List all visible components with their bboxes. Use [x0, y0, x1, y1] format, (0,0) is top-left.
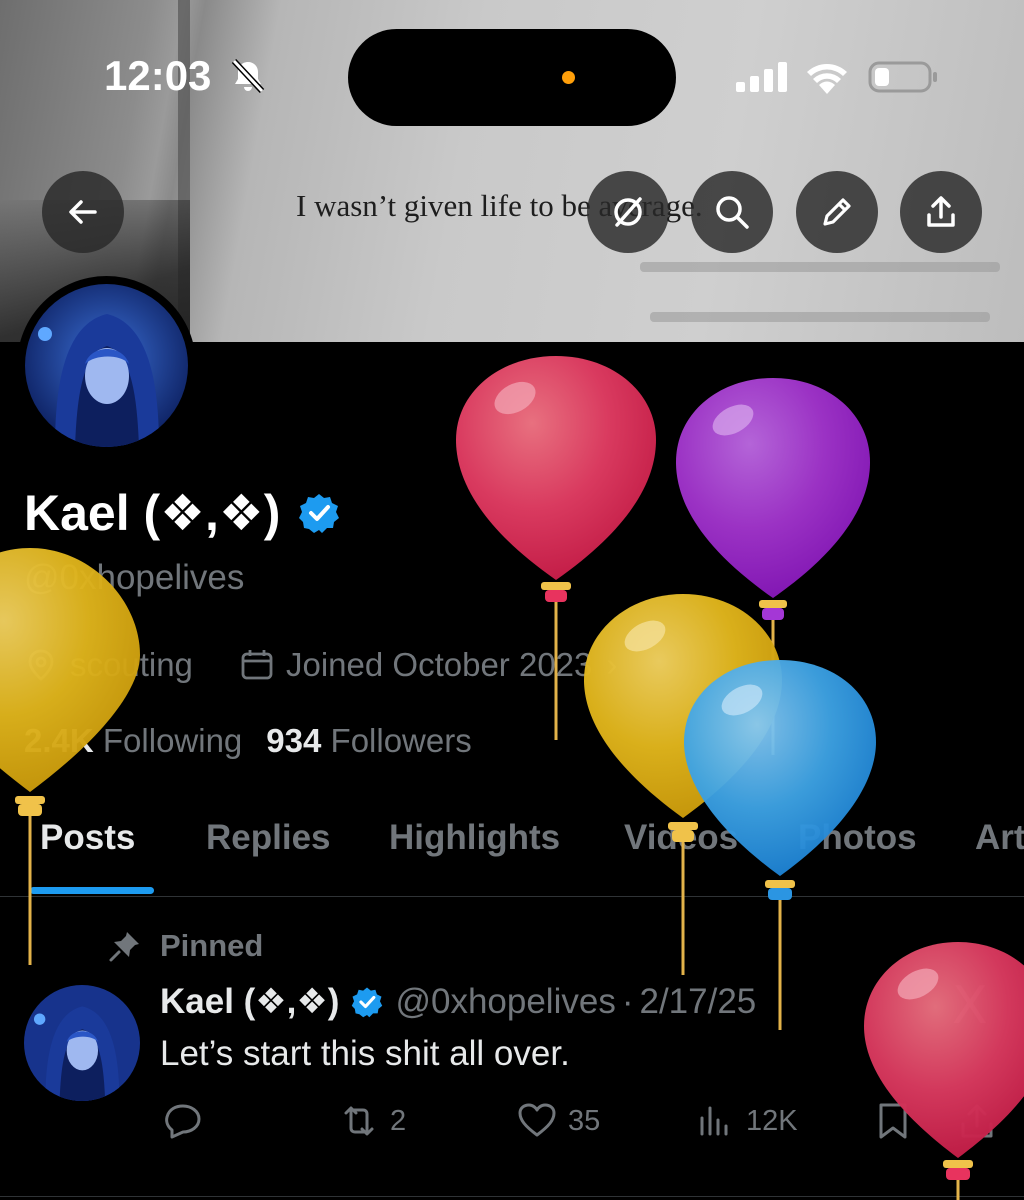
- views-count: 12K: [746, 1104, 798, 1137]
- grok-icon: [614, 197, 642, 227]
- x-logo-icon: X: [952, 976, 988, 1036]
- share-icon: [927, 196, 955, 227]
- following-label: Following: [102, 722, 243, 759]
- banner-faded-line: [650, 312, 990, 322]
- retweet-button[interactable]: 2: [338, 1100, 406, 1142]
- tab-replies[interactable]: Replies: [206, 818, 331, 858]
- verified-badge-icon: [352, 987, 383, 1018]
- post-header: Kael (❖,❖) @0xhopelives · 2/17/25: [160, 982, 756, 1022]
- signal-icon: [736, 62, 787, 92]
- post-avatar[interactable]: [24, 985, 140, 1101]
- heart-icon: [518, 1103, 556, 1137]
- post-share-button[interactable]: [956, 1100, 1008, 1142]
- reply-button[interactable]: [162, 1100, 214, 1142]
- tabs-divider: [0, 896, 1024, 897]
- search-icon: [716, 196, 749, 229]
- edit-button[interactable]: [796, 171, 878, 253]
- retweet-icon: [344, 1106, 374, 1136]
- dynamic-island: [348, 29, 676, 126]
- post-separator: ·: [621, 982, 634, 1021]
- verified-badge-icon[interactable]: [298, 492, 340, 534]
- views-chart-icon: [700, 1106, 728, 1136]
- profile-joined[interactable]: Joined October 2023 ›: [240, 646, 617, 684]
- tab-highlights[interactable]: Highlights: [389, 818, 560, 858]
- profile-handle: @0xhopelives: [24, 558, 245, 597]
- back-icon: [69, 200, 97, 224]
- post-divider: [0, 1196, 1024, 1197]
- share-button[interactable]: [900, 171, 982, 253]
- red-balloon-bottom: [864, 942, 1024, 1200]
- pinned-text: Pinned: [160, 928, 264, 963]
- post-author-name[interactable]: Kael (❖,❖): [160, 982, 339, 1022]
- tab-posts[interactable]: Posts: [40, 818, 135, 858]
- tab-photos[interactable]: Photos: [798, 818, 917, 858]
- status-time: 12:03: [104, 52, 212, 99]
- location-pin-icon: [28, 649, 54, 681]
- back-button[interactable]: [42, 171, 124, 253]
- retweet-count: 2: [390, 1104, 407, 1137]
- share-icon: [961, 1104, 993, 1138]
- joined-text: Joined October 2023: [286, 646, 593, 683]
- profile-tabs: Posts Replies Highlights Videos Photos A…: [0, 818, 1024, 898]
- active-tab-indicator: [30, 887, 154, 894]
- grok-button[interactable]: [587, 171, 669, 253]
- bell-slash-icon: [231, 58, 265, 94]
- bookmark-icon: [879, 1103, 907, 1139]
- pin-icon: [109, 932, 139, 962]
- edit-icon: [823, 198, 851, 226]
- location-text: scouting: [70, 646, 193, 683]
- wifi-icon: [807, 64, 847, 94]
- avatar[interactable]: [25, 284, 188, 447]
- followers-count: 934: [266, 722, 322, 759]
- followers-link[interactable]: 934 Followers: [266, 722, 471, 759]
- post-avatar-image: [24, 985, 140, 1101]
- banner-faded-line: [640, 262, 1000, 272]
- following-link[interactable]: 2.4K Following: [24, 722, 242, 759]
- calendar-icon: [241, 650, 273, 680]
- reply-icon: [165, 1104, 201, 1139]
- privacy-indicator: [562, 71, 575, 84]
- like-count: 35: [568, 1104, 601, 1137]
- post-date[interactable]: 2/17/25: [639, 982, 756, 1022]
- followers-label: Followers: [330, 722, 472, 759]
- purple-balloon: [676, 378, 870, 755]
- tab-videos[interactable]: Videos: [624, 818, 738, 858]
- post-author-handle[interactable]: @0xhopelives: [395, 982, 615, 1022]
- profile-location: scouting: [24, 646, 193, 684]
- chevron-right-icon: ›: [606, 646, 618, 683]
- pinned-label: Pinned: [108, 928, 263, 964]
- post-actions: 2 35 12K: [0, 1100, 1024, 1150]
- like-button[interactable]: 35: [516, 1100, 600, 1142]
- tab-art[interactable]: Art: [975, 818, 1024, 858]
- views-button[interactable]: 12K: [694, 1100, 798, 1142]
- profile-stats: 2.4K Following 934 Followers: [24, 722, 472, 760]
- status-bar: 12:03: [0, 0, 1024, 150]
- bookmark-button[interactable]: [872, 1100, 924, 1142]
- profile-name-row: Kael (❖,❖): [24, 484, 340, 542]
- post-text[interactable]: Let’s start this shit all over.: [160, 1034, 570, 1074]
- search-button[interactable]: [691, 171, 773, 253]
- avatar-image: [25, 284, 188, 447]
- following-count: 2.4K: [24, 722, 94, 759]
- battery-icon: [868, 61, 937, 93]
- profile-name: Kael (❖,❖): [24, 485, 281, 541]
